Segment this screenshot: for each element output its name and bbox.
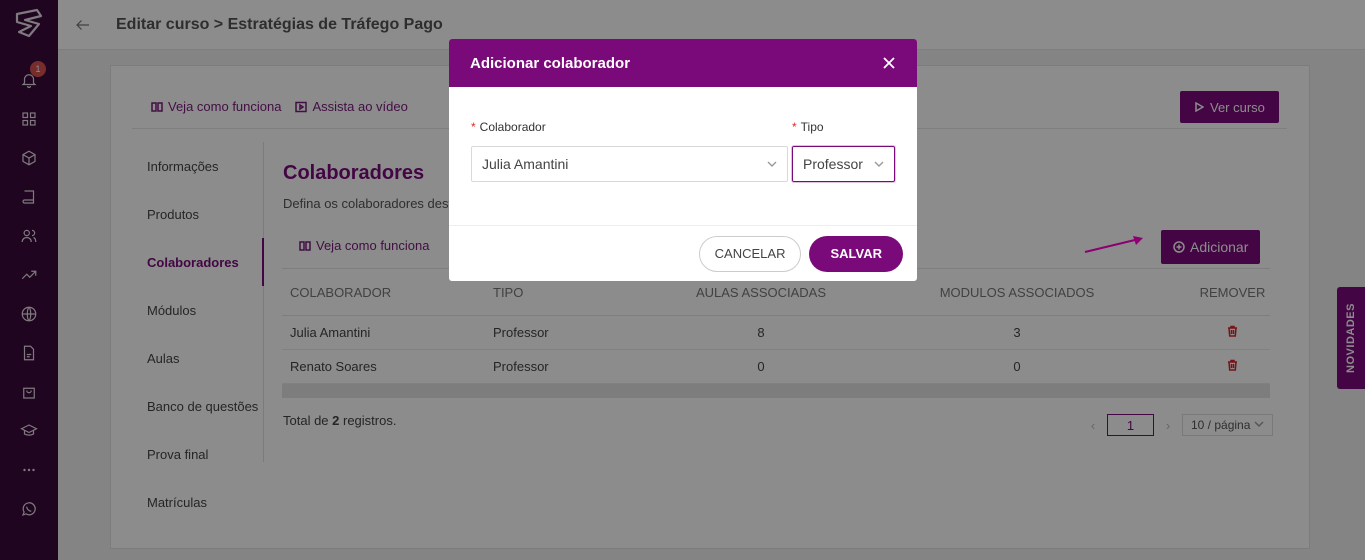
chevron-down-icon (767, 156, 777, 172)
colaborador-value: Julia Amantini (482, 156, 569, 172)
add-collaborator-modal: Adicionar colaborador * Colaborador Julia… (449, 39, 917, 281)
colaborador-label-text: Colaborador (479, 120, 546, 134)
tipo-label-text: Tipo (800, 120, 824, 134)
modal-body: * Colaborador Julia Amantini * Tipo Profes… (449, 87, 917, 226)
modal-header: Adicionar colaborador (449, 39, 917, 87)
tipo-select[interactable]: Professor (792, 146, 895, 182)
modal-footer: CANCELAR SALVAR (449, 226, 917, 281)
colaborador-select[interactable]: Julia Amantini (471, 146, 788, 182)
save-button[interactable]: SALVAR (809, 235, 903, 272)
required-mark: * (792, 120, 797, 134)
close-icon[interactable] (881, 55, 897, 71)
required-mark: * (471, 120, 476, 134)
cancel-button[interactable]: CANCELAR (698, 235, 802, 272)
tipo-label: * Tipo (792, 120, 824, 134)
tipo-value: Professor (803, 156, 863, 172)
colaborador-label: * Colaborador (471, 120, 546, 134)
modal-title: Adicionar colaborador (470, 54, 631, 72)
chevron-down-icon (874, 156, 884, 172)
